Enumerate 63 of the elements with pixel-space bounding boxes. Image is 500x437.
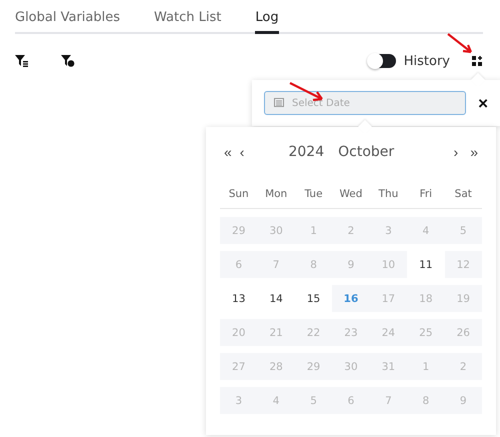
calendar-day: 1 bbox=[294, 217, 332, 244]
calendar-day: 6 bbox=[220, 251, 258, 278]
year-label[interactable]: 2024 bbox=[288, 144, 324, 160]
calendar-day: 8 bbox=[294, 251, 332, 278]
calendar-day: 30 bbox=[332, 353, 370, 380]
calendar-day: 5 bbox=[444, 217, 482, 244]
calendar-day: 7 bbox=[257, 251, 295, 278]
weekday-label: Sun bbox=[220, 188, 258, 209]
calendar-day: 21 bbox=[257, 319, 295, 346]
calendar-day: 2 bbox=[444, 353, 482, 380]
calendar-day: 27 bbox=[220, 353, 258, 380]
calendar-day: 24 bbox=[370, 319, 408, 346]
date-input-field[interactable]: Select Date bbox=[264, 91, 466, 115]
tab[interactable]: Global Variables bbox=[15, 8, 120, 34]
calendar-day: 1 bbox=[407, 353, 445, 380]
calendar-day: 6 bbox=[332, 387, 370, 414]
calendar-day: 4 bbox=[257, 387, 295, 414]
calendar-day: 23 bbox=[332, 319, 370, 346]
calendar-icon bbox=[274, 98, 284, 107]
calendar-day: 18 bbox=[407, 285, 445, 312]
close-button[interactable]: × bbox=[476, 94, 490, 112]
calendar-day: 12 bbox=[444, 251, 482, 278]
calendar-day: 5 bbox=[294, 387, 332, 414]
calendar-day: 3 bbox=[370, 217, 408, 244]
calendar-day: 28 bbox=[257, 353, 295, 380]
calendar-day: 9 bbox=[332, 251, 370, 278]
calendar-day: 4 bbox=[407, 217, 445, 244]
calendar-day: 26 bbox=[444, 319, 482, 346]
filter-list-icon[interactable] bbox=[15, 55, 28, 67]
weekday-label: Fri bbox=[407, 188, 445, 209]
tab[interactable]: Log bbox=[255, 8, 279, 34]
calendar-day: 10 bbox=[370, 251, 408, 278]
prev-month-button[interactable]: ‹ bbox=[236, 144, 248, 160]
grid-icon[interactable] bbox=[472, 56, 482, 66]
history-label: History bbox=[404, 54, 450, 68]
filter-clear-icon[interactable] bbox=[61, 55, 75, 67]
weekday-label: Wed bbox=[332, 188, 370, 209]
calendar-day: 8 bbox=[407, 387, 445, 414]
weekday-label: Tue bbox=[294, 188, 332, 209]
calendar-day: 3 bbox=[220, 387, 258, 414]
calendar-day: 22 bbox=[294, 319, 332, 346]
weekday-label: Thu bbox=[370, 188, 408, 209]
calendar-day: 29 bbox=[220, 217, 258, 244]
calendar-day: 9 bbox=[444, 387, 482, 414]
month-label[interactable]: October bbox=[338, 144, 394, 160]
annotation-arrow-icon bbox=[447, 33, 475, 55]
prev-year-button[interactable]: « bbox=[220, 144, 236, 160]
calendar-day: 17 bbox=[370, 285, 408, 312]
calendar-day: 16 bbox=[332, 285, 370, 312]
calendar-day: 19 bbox=[444, 285, 482, 312]
tab[interactable]: Watch List bbox=[154, 8, 222, 34]
weekday-label: Mon bbox=[257, 188, 295, 209]
calendar-day: 29 bbox=[294, 353, 332, 380]
calendar-day: 30 bbox=[257, 217, 295, 244]
history-toggle[interactable] bbox=[368, 54, 396, 68]
calendar-day: 25 bbox=[407, 319, 445, 346]
next-year-button[interactable]: » bbox=[466, 144, 482, 160]
weekday-label: Sat bbox=[444, 188, 482, 209]
calendar-day: 7 bbox=[370, 387, 408, 414]
calendar-day: 31 bbox=[370, 353, 408, 380]
calendar-day: 20 bbox=[220, 319, 258, 346]
calendar-day: 2 bbox=[332, 217, 370, 244]
next-month-button[interactable]: › bbox=[450, 144, 462, 160]
